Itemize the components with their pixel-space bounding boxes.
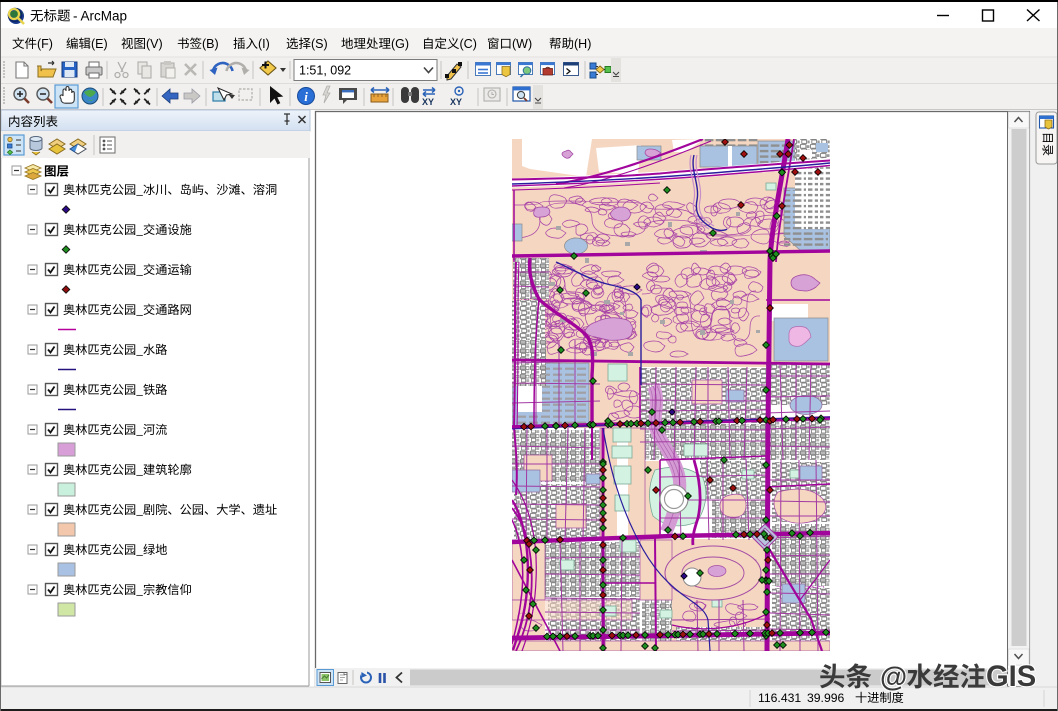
svg-text:(F): (F) bbox=[37, 37, 53, 51]
svg-text:(E): (E) bbox=[91, 37, 108, 51]
svg-text:116.431: 116.431 bbox=[758, 691, 801, 705]
svg-text:@: @ bbox=[880, 661, 907, 692]
svg-text:- ArcMap: - ArcMap bbox=[73, 9, 127, 24]
svg-text:XY: XY bbox=[422, 97, 434, 107]
svg-text:(H): (H) bbox=[574, 37, 591, 51]
svg-text:(S): (S) bbox=[311, 37, 328, 51]
svg-text:39.996: 39.996 bbox=[807, 691, 844, 705]
svg-text:i: i bbox=[304, 89, 308, 104]
svg-text:(I): (I) bbox=[258, 37, 270, 51]
svg-text:(C): (C) bbox=[460, 37, 477, 51]
svg-text:(G): (G) bbox=[391, 37, 409, 51]
svg-text:(B): (B) bbox=[202, 37, 219, 51]
svg-text:(V): (V) bbox=[146, 37, 163, 51]
svg-text:1:51, 092: 1:51, 092 bbox=[299, 64, 351, 78]
svg-text:XY: XY bbox=[450, 97, 462, 107]
svg-text:(W): (W) bbox=[512, 37, 532, 51]
svg-text:GIS: GIS bbox=[986, 661, 1036, 693]
